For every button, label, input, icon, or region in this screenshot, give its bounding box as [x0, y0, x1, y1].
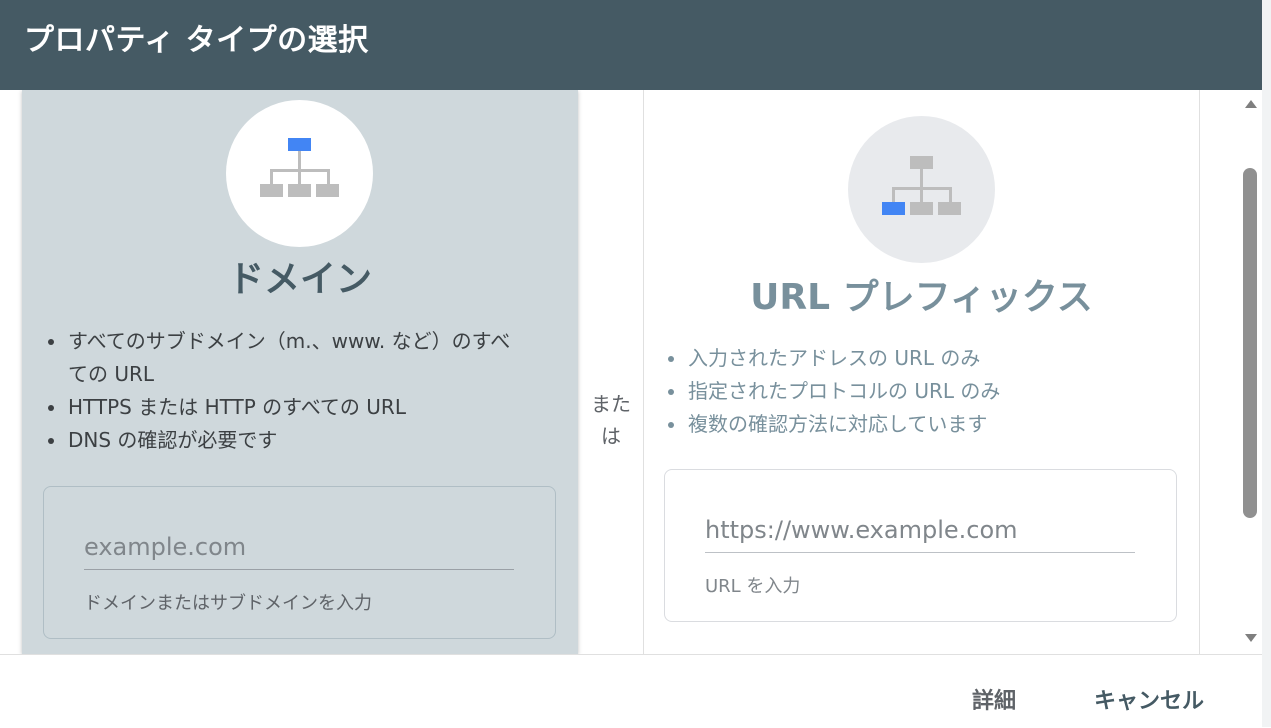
domain-input-hint: ドメインまたはサブドメインを入力 — [84, 593, 372, 614]
domain-feature-item: DNS の確認が必要です — [44, 424, 514, 457]
url-prefix-icon-circle — [848, 116, 995, 263]
background-strip — [1262, 0, 1271, 727]
domain-feature-item: すべてのサブドメイン（m.、www. など）のすべての URL — [44, 325, 514, 391]
or-separator-line1: また — [591, 392, 631, 416]
url-prefix-input-box: URL を入力 — [664, 469, 1177, 622]
detail-button[interactable]: 詳細 — [972, 683, 1016, 715]
scroll-up-arrow-icon[interactable] — [1245, 100, 1257, 108]
domain-title: ドメイン — [227, 259, 372, 300]
or-separator: また は — [580, 388, 642, 452]
url-prefix-feature-item: 入力されたアドレスの URL のみ — [664, 342, 1144, 375]
url-prefix-feature-list: 入力されたアドレスの URL のみ 指定されたプロトコルの URL のみ 複数の… — [664, 342, 1144, 441]
sitemap-leaf-highlight-icon — [882, 156, 961, 215]
scroll-down-arrow-icon[interactable] — [1245, 634, 1257, 642]
dialog-header: プロパティ タイプの選択 — [0, 0, 1262, 90]
domain-option-card[interactable]: ドメイン すべてのサブドメイン（m.、www. など）のすべての URL HTT… — [22, 90, 578, 654]
domain-feature-list: すべてのサブドメイン（m.、www. など）のすべての URL HTTPS また… — [44, 325, 514, 457]
domain-icon-circle — [226, 100, 373, 247]
domain-input-box: ドメインまたはサブドメインを入力 — [43, 486, 556, 639]
content-scrollbar[interactable] — [1240, 90, 1262, 654]
or-separator-line2: は — [601, 424, 621, 448]
url-prefix-feature-item: 複数の確認方法に対応しています — [664, 408, 1144, 441]
url-prefix-input-hint: URL を入力 — [705, 576, 801, 597]
dialog-footer: 詳細 キャンセル — [0, 654, 1262, 728]
scroll-thumb[interactable] — [1243, 168, 1257, 518]
url-prefix-title: URL プレフィックス — [750, 277, 1093, 318]
sitemap-top-highlight-icon — [260, 138, 339, 197]
cancel-button[interactable]: キャンセル — [1094, 683, 1204, 715]
url-prefix-feature-item: 指定されたプロトコルの URL のみ — [664, 375, 1144, 408]
domain-feature-item: HTTPS または HTTP のすべての URL — [44, 391, 514, 424]
domain-input[interactable] — [84, 533, 514, 570]
dialog-title: プロパティ タイプの選択 — [24, 23, 369, 58]
dialog-content: ドメイン すべてのサブドメイン（m.、www. など）のすべての URL HTT… — [0, 90, 1238, 654]
url-prefix-option-card[interactable]: URL プレフィックス 入力されたアドレスの URL のみ 指定されたプロトコル… — [643, 90, 1200, 654]
url-prefix-input[interactable] — [705, 516, 1135, 553]
